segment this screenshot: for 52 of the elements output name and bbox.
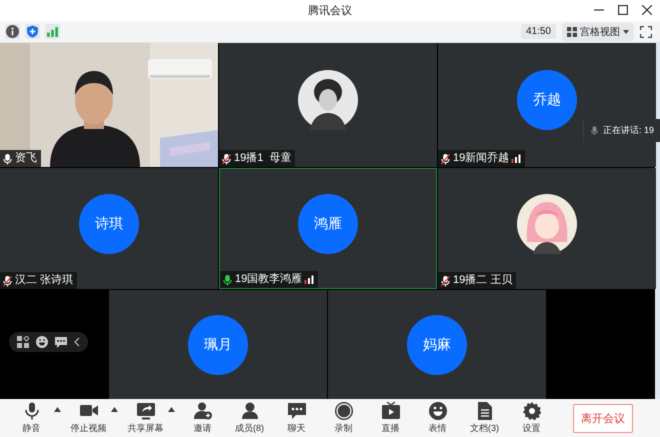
smiley-icon[interactable] [36, 336, 48, 348]
document-icon [476, 402, 494, 420]
chat-button[interactable]: 聊天 [275, 402, 318, 434]
caret-icon[interactable] [54, 406, 61, 412]
add-person-button[interactable]: 邀请 [181, 402, 224, 434]
avatar: 珮月 [188, 314, 248, 374]
record-button[interactable]: 录制 [322, 402, 365, 434]
grid-icon [567, 26, 577, 36]
participant-name: 19播二 王贝 [453, 274, 512, 287]
info-icon[interactable] [5, 24, 20, 39]
caret-icon[interactable] [111, 406, 118, 412]
participant-name: 19新闻乔越 [453, 152, 510, 165]
smiley-button[interactable]: 表情 [416, 402, 459, 434]
meeting-timer: 41:50 [520, 24, 556, 39]
document-button[interactable]: 文档(3) [463, 402, 506, 434]
mic-icon [22, 402, 40, 420]
caret-icon[interactable] [168, 406, 175, 412]
caret-icon [623, 30, 629, 34]
person-button[interactable]: 成员(8) [228, 402, 271, 434]
tv-icon [382, 402, 400, 420]
mic-button[interactable]: 静音 [10, 402, 53, 434]
participant-name: 资飞 [15, 152, 37, 165]
chevron-left-icon[interactable] [74, 337, 80, 347]
record-icon [334, 402, 352, 420]
avatar: 妈麻 [407, 314, 467, 374]
leave-meeting-button[interactable]: 离开会议 [573, 404, 633, 432]
avatar: 鸿雁 [298, 194, 358, 254]
tv-button[interactable]: 直播 [369, 402, 412, 434]
settings-icon [522, 402, 540, 420]
participant-name: 汉二 张诗琪 [15, 274, 74, 287]
view-mode-button[interactable]: 宫格视图 [562, 22, 634, 40]
participant-name: 19国教李鸿雁 [235, 273, 302, 286]
chat-icon [288, 402, 306, 420]
close-icon[interactable] [642, 5, 652, 15]
mic-icon [590, 125, 599, 136]
maximize-icon[interactable] [618, 5, 628, 15]
screen-share-icon [136, 402, 154, 420]
camera-button[interactable]: 停止视频 [67, 402, 110, 434]
apps-icon[interactable] [17, 336, 29, 348]
avatar: 诗琪 [79, 194, 139, 254]
window-title: 腾讯会议 [308, 4, 352, 18]
shield-icon[interactable] [25, 24, 40, 39]
screen-share-button[interactable]: 共享屏幕 [124, 402, 167, 434]
chat-icon[interactable] [55, 336, 67, 348]
settings-button[interactable]: 设置 [510, 402, 553, 434]
participant-name: 19播1 母童 [234, 152, 292, 165]
avatar: 乔越 [517, 70, 577, 130]
person-icon [240, 402, 258, 420]
fullscreen-icon[interactable] [640, 26, 652, 38]
speaker-name: 正在讲话: 19 [603, 124, 654, 137]
add-person-icon [194, 402, 212, 420]
smiley-icon [428, 402, 446, 420]
